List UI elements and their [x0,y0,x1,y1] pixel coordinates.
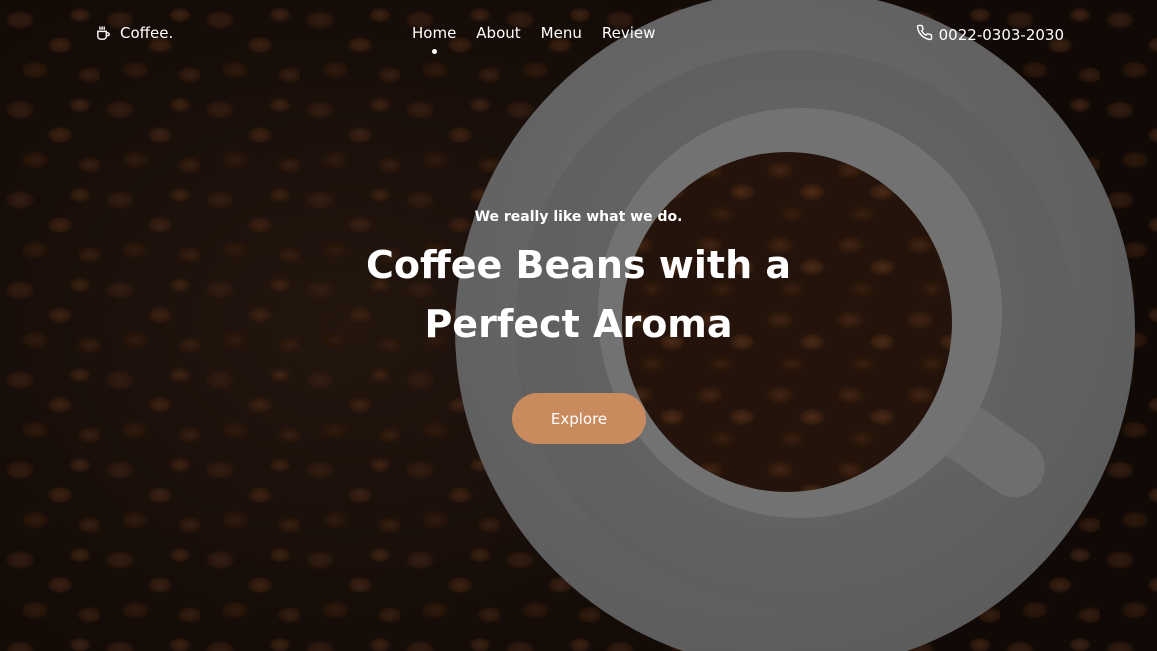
nav-item-label: Menu [540,24,582,42]
phone-icon [916,24,933,45]
phone-contact[interactable]: 0022-0303-2030 [916,24,1064,45]
brand-logo[interactable]: Coffee. [95,24,173,42]
explore-button[interactable]: Explore [512,393,646,444]
headline-line-1: Coffee Beans with a [365,243,792,287]
active-indicator-dot [432,49,438,54]
hero-content: Coffee. Home About Menu Review 0022-0303… [0,0,1157,651]
nav-item-review[interactable]: Review [602,24,656,42]
hero-section: Coffee. Home About Menu Review 0022-0303… [0,0,1157,651]
nav-item-home[interactable]: Home [412,24,457,54]
headline-line-2: Perfect Aroma [424,302,733,346]
nav-item-label: About [476,24,521,42]
main-nav: Home About Menu Review [412,24,656,54]
phone-number: 0022-0303-2030 [938,25,1064,44]
hero-tagline: We really like what we do. [474,209,683,225]
nav-item-about[interactable]: About [476,24,520,42]
hero-headline: Coffee Beans with a Perfect Aroma [0,236,1157,354]
nav-item-label: Home [412,24,457,42]
coffee-cup-icon [95,25,112,42]
nav-item-label: Review [601,24,656,42]
brand-name: Coffee. [120,24,174,42]
nav-item-menu[interactable]: Menu [541,24,582,42]
